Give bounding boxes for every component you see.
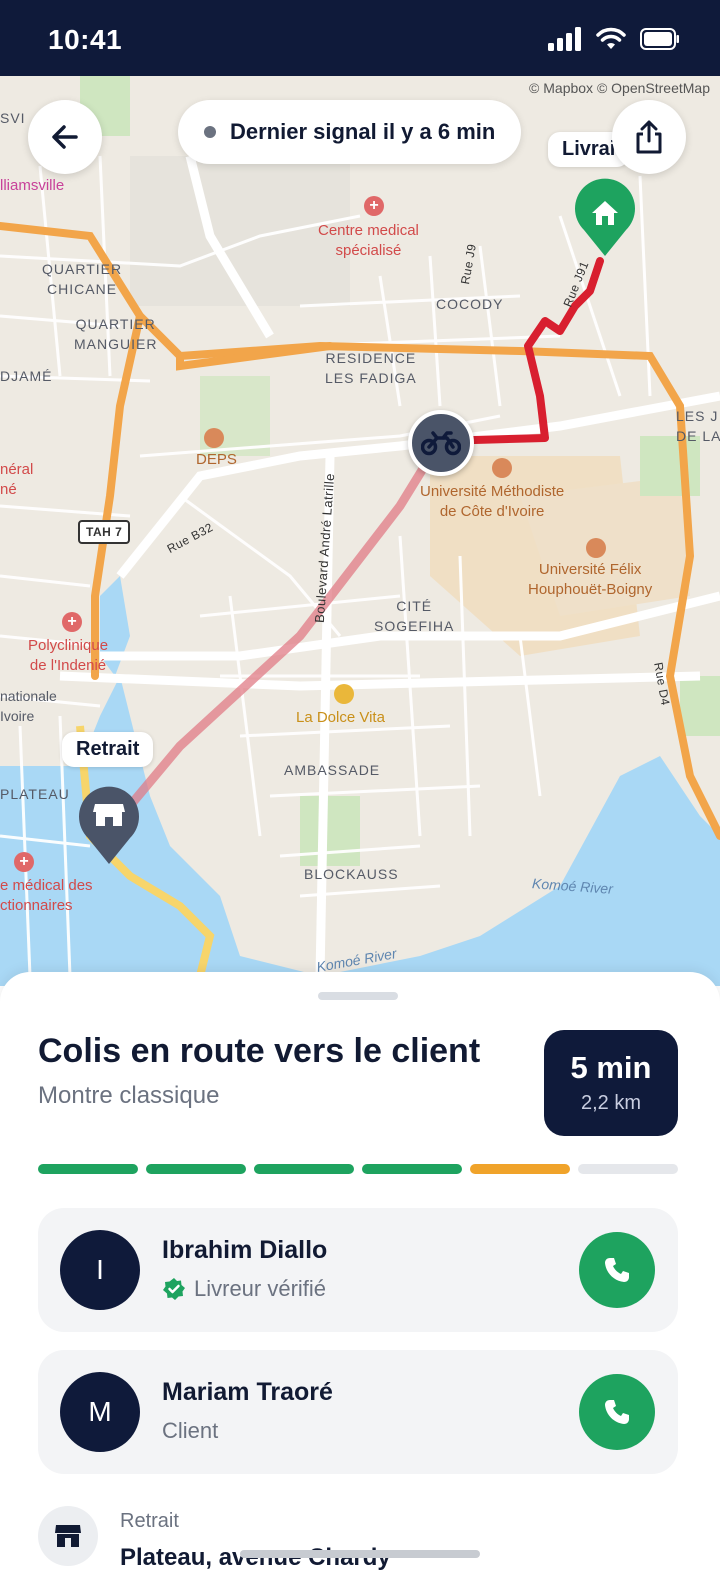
back-button[interactable] (28, 100, 102, 174)
progress-step (362, 1164, 462, 1174)
map-label: e médical des ctionnaires (0, 877, 93, 914)
last-signal-text: Dernier signal il y a 6 min (230, 119, 496, 144)
progress-step (146, 1164, 246, 1174)
verified-badge-icon (163, 1278, 185, 1300)
store-icon (93, 804, 125, 826)
courier-name: Ibrahim Diallo (162, 1236, 328, 1264)
delivery-status-title: Colis en route vers le client (38, 1032, 481, 1070)
delivery-progress (38, 1164, 678, 1174)
item-name: Montre classique (38, 1082, 220, 1109)
hospital-icon: + (62, 612, 82, 632)
map-label: La Dolce Vita (296, 709, 385, 726)
map-label: DJAMÉ (0, 368, 53, 384)
map-label: Université Méthodiste de Côte d'Ivoire (420, 483, 565, 520)
school-icon (204, 428, 224, 448)
map-label: Polyclinique de l'Indenié (28, 637, 109, 674)
eta-distance: 2,2 km (580, 1092, 642, 1114)
map-label: SVI (0, 110, 26, 126)
client-role: Client (162, 1418, 219, 1443)
pickup-location[interactable]: Retrait Plateau, avenue Chardy (38, 1500, 678, 1576)
hospital-icon: + (364, 196, 384, 216)
eta-time: 5 min (570, 1050, 652, 1085)
map-view[interactable]: © Mapbox © OpenStreetMap SVI lliamsville… (0, 76, 720, 986)
client-card[interactable]: M Mariam Traoré Client (38, 1350, 678, 1474)
courier-role-label: Livreur vérifié (194, 1276, 327, 1301)
status-bar: 10:41 (0, 0, 720, 76)
map-road-shield: TAH 7 (78, 520, 131, 544)
progress-step (578, 1164, 678, 1174)
pickup-pin[interactable] (76, 784, 142, 866)
tracking-sheet[interactable]: Colis en route vers le client Montre cla… (0, 972, 720, 1576)
last-signal-pill: Dernier signal il y a 6 min (178, 100, 522, 164)
call-courier-button[interactable] (579, 1232, 655, 1308)
avatar: M (60, 1372, 140, 1452)
map-label: Université Félix Houphouët-Boigny (528, 561, 653, 598)
battery-icon (640, 28, 679, 50)
map-label: lliamsville (0, 177, 65, 194)
store-icon (55, 1525, 81, 1547)
map-label: COCODY (436, 296, 504, 312)
map-label: RESIDENCE LES FADIGA (325, 350, 417, 386)
school-icon (586, 538, 606, 558)
map-label: PLATEAU (0, 786, 70, 802)
client-name: Mariam Traoré (162, 1378, 333, 1406)
arrow-left-icon (52, 125, 78, 149)
wifi-icon (596, 27, 626, 49)
map-label: CITÉ SOGEFIHA (374, 598, 455, 634)
map-label: néral né (0, 461, 34, 498)
progress-step (470, 1164, 570, 1174)
school-icon (492, 458, 512, 478)
share-icon (636, 120, 662, 154)
progress-step (254, 1164, 354, 1174)
status-time: 10:41 (48, 24, 123, 55)
avatar: I (60, 1230, 140, 1310)
map-label: LES J DE LA (676, 408, 720, 444)
hospital-icon: + (14, 852, 34, 872)
home-indicator[interactable] (240, 1550, 480, 1558)
courier-card[interactable]: I Ibrahim Diallo Livreur vérifié (38, 1208, 678, 1332)
delivery-pin[interactable] (572, 178, 638, 258)
map-label: QUARTIER CHICANE (42, 261, 123, 297)
share-button[interactable] (612, 100, 686, 174)
map-attribution[interactable]: © Mapbox © OpenStreetMap (529, 80, 710, 96)
restaurant-icon (334, 684, 354, 704)
status-icons (548, 24, 680, 54)
sheet-grabber[interactable] (318, 992, 398, 1000)
courier-role: Livreur vérifié (162, 1276, 326, 1302)
pickup-tag: Retrait (62, 732, 154, 767)
eta-badge: 5 min 2,2 km (544, 1030, 678, 1136)
map-label: Centre medical spécialisé (318, 222, 419, 259)
motorcycle-icon (421, 431, 461, 456)
map-label: QUARTIER MANGUIER (74, 316, 158, 352)
pickup-icon-wrap (38, 1506, 98, 1566)
call-client-button[interactable] (579, 1374, 655, 1450)
cellular-signal-icon (548, 27, 581, 51)
phone-icon (605, 1400, 629, 1424)
courier-marker[interactable] (408, 410, 474, 476)
pickup-label: Retrait (120, 1510, 179, 1532)
signal-status-dot (204, 126, 216, 138)
pickup-address: Plateau, avenue Chardy (120, 1544, 391, 1571)
map-label: nationale Ivoire (0, 688, 57, 724)
map-label: AMBASSADE (284, 762, 381, 778)
map-label: DEPS (196, 451, 237, 468)
progress-step (38, 1164, 138, 1174)
map-label: BLOCKAUSS (304, 866, 399, 882)
phone-icon (605, 1258, 629, 1282)
